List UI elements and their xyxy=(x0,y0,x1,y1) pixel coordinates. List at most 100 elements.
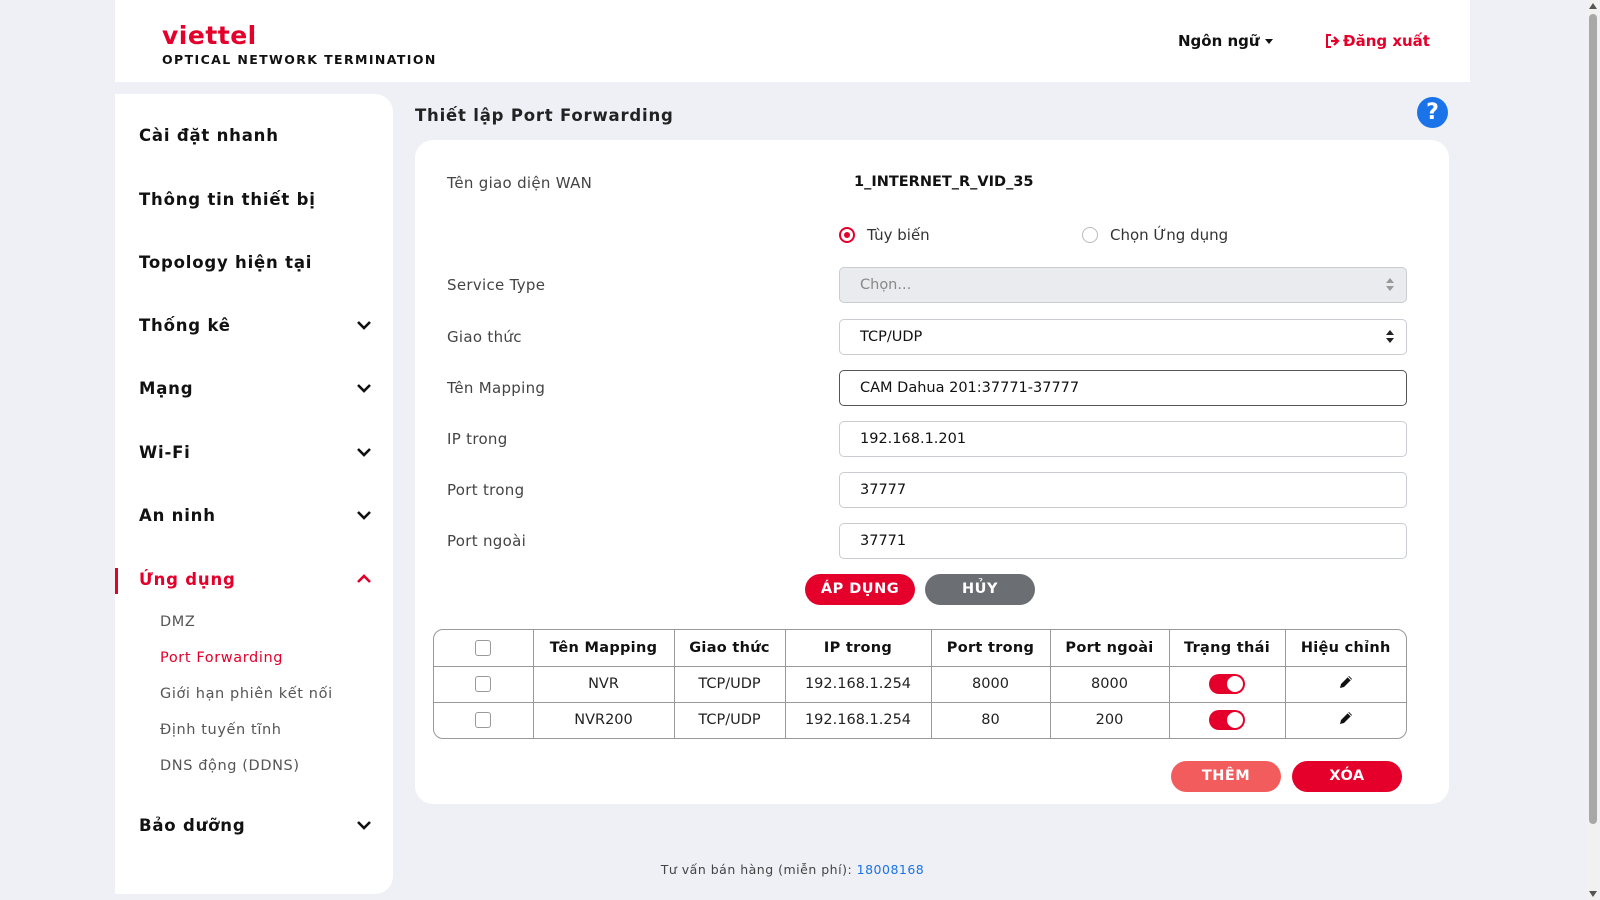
table-header-row: Tên Mapping Giao thức IP trong Port tron… xyxy=(434,630,1406,667)
radio-custom[interactable]: Tùy biến xyxy=(839,226,930,244)
cell-internal-port: 8000 xyxy=(930,665,1051,703)
sidebar-item-quick-setup[interactable]: Cài đặt nhanh xyxy=(139,126,379,156)
sidebar-item-label: Bảo dưỡng xyxy=(139,816,246,835)
mapping-table: Tên Mapping Giao thức IP trong Port tron… xyxy=(433,629,1407,739)
chevron-down-icon xyxy=(357,511,371,520)
cell-edit xyxy=(1284,701,1406,738)
sidebar-subitem-port-forwarding[interactable]: Port Forwarding xyxy=(160,650,283,666)
sidebar-item-applications[interactable]: Ứng dụng xyxy=(139,570,379,600)
radio-unchecked-icon xyxy=(1082,227,1098,243)
apply-button[interactable]: ÁP DỤNG xyxy=(805,574,915,605)
sidebar-item-network[interactable]: Mạng xyxy=(139,379,379,409)
cancel-button[interactable]: HỦY xyxy=(925,574,1035,605)
select-all-cell xyxy=(434,630,534,667)
sign-out-icon xyxy=(1326,34,1340,48)
pencil-icon[interactable] xyxy=(1338,674,1354,690)
select-all-checkbox[interactable] xyxy=(475,639,492,656)
sidebar-item-label: Thống kê xyxy=(139,316,231,335)
chevron-up-icon xyxy=(357,574,371,583)
add-button[interactable]: THÊM xyxy=(1171,761,1281,792)
cell-protocol: TCP/UDP xyxy=(673,701,786,738)
language-dropdown[interactable]: Ngôn ngữ xyxy=(1178,32,1273,50)
sidebar-item-label: Mạng xyxy=(139,379,194,398)
chevron-down-icon xyxy=(357,321,371,330)
page-title: Thiết lập Port Forwarding xyxy=(415,106,674,125)
service-type-value: Chọn... xyxy=(860,277,912,293)
page-scrollbar[interactable] xyxy=(1586,0,1600,900)
external-port-label: Port ngoài xyxy=(447,532,527,550)
logout-button[interactable]: Đăng xuất xyxy=(1325,32,1430,50)
sidebar: Cài đặt nhanh Thông tin thiết bị Topolog… xyxy=(115,94,393,894)
language-label: Ngôn ngữ xyxy=(1178,32,1260,50)
brand-name: viettel xyxy=(162,21,257,50)
sidebar-item-label: Ứng dụng xyxy=(139,570,236,589)
sidebar-item-label: An ninh xyxy=(139,506,216,525)
cell-external-port: 200 xyxy=(1049,701,1170,738)
sidebar-item-device-info[interactable]: Thông tin thiết bị xyxy=(139,190,379,220)
sidebar-item-statistics[interactable]: Thống kê xyxy=(139,316,379,346)
cell-status xyxy=(1168,665,1286,703)
table-row: NVR TCP/UDP 192.168.1.254 8000 8000 xyxy=(434,665,1406,703)
row-checkbox[interactable] xyxy=(475,712,492,729)
select-arrows-icon xyxy=(1386,330,1394,344)
wan-interface-value: 1_INTERNET_R_VID_35 xyxy=(854,174,1034,190)
sidebar-subitem-static-routing[interactable]: Định tuyến tĩnh xyxy=(160,722,282,738)
column-header: Port trong xyxy=(930,630,1051,667)
external-port-input[interactable]: 37771 xyxy=(839,523,1407,559)
status-toggle[interactable] xyxy=(1209,674,1245,694)
sidebar-item-maintenance[interactable]: Bảo dưỡng xyxy=(139,816,379,846)
scroll-thumb[interactable] xyxy=(1589,14,1597,824)
status-toggle[interactable] xyxy=(1209,710,1245,731)
sidebar-item-wifi[interactable]: Wi-Fi xyxy=(139,443,379,473)
scroll-down-arrow-icon[interactable] xyxy=(1589,891,1597,897)
column-header: Tên Mapping xyxy=(532,630,675,667)
footer: Tư vấn bán hàng (miễn phí): 18008168 xyxy=(115,862,1470,877)
protocol-select[interactable]: TCP/UDP xyxy=(839,319,1407,355)
sidebar-subitem-ddns[interactable]: DNS động (DDNS) xyxy=(160,758,300,774)
chevron-down-icon xyxy=(357,384,371,393)
column-header: Giao thức xyxy=(673,630,786,667)
protocol-label: Giao thức xyxy=(447,328,522,346)
scroll-up-arrow-icon[interactable] xyxy=(1589,3,1597,9)
cell-mapping-name: NVR xyxy=(532,665,675,703)
cell-edit xyxy=(1284,665,1406,703)
app-root: viettel OPTICAL NETWORK TERMINATION Ngôn… xyxy=(115,0,1470,900)
column-header: Hiệu chỉnh xyxy=(1284,630,1406,667)
footer-phone-link[interactable]: 18008168 xyxy=(857,862,925,877)
radio-checked-icon xyxy=(839,227,855,243)
internal-ip-input[interactable]: 192.168.1.201 xyxy=(839,421,1407,457)
radio-custom-label: Tùy biến xyxy=(867,226,930,244)
internal-port-input[interactable]: 37777 xyxy=(839,472,1407,508)
sidebar-item-topology[interactable]: Topology hiện tại xyxy=(139,253,379,283)
brand-subtitle: OPTICAL NETWORK TERMINATION xyxy=(162,52,437,67)
protocol-value: TCP/UDP xyxy=(860,329,923,345)
cell-status xyxy=(1168,701,1286,738)
delete-button[interactable]: XÓA xyxy=(1292,761,1402,792)
active-indicator xyxy=(115,568,118,594)
sidebar-item-security[interactable]: An ninh xyxy=(139,506,379,536)
row-checkbox[interactable] xyxy=(475,676,492,692)
sidebar-item-label: Topology hiện tại xyxy=(139,253,313,272)
sidebar-subitem-dmz[interactable]: DMZ xyxy=(160,614,195,630)
footer-text: Tư vấn bán hàng (miễn phí): xyxy=(660,862,857,877)
pencil-icon[interactable] xyxy=(1338,710,1354,726)
sidebar-subitem-session-limit[interactable]: Giới hạn phiên kết nối xyxy=(160,686,333,702)
service-type-label: Service Type xyxy=(447,276,546,294)
table-row: NVR200 TCP/UDP 192.168.1.254 80 200 xyxy=(434,701,1406,738)
service-type-select[interactable]: Chọn... xyxy=(839,267,1407,303)
help-icon[interactable]: ? xyxy=(1417,97,1448,128)
sidebar-item-label: Wi-Fi xyxy=(139,443,191,462)
cell-external-port: 8000 xyxy=(1049,665,1170,703)
mapping-name-input[interactable]: CAM Dahua 201:37771-37777 xyxy=(839,370,1407,406)
header: viettel OPTICAL NETWORK TERMINATION Ngôn… xyxy=(115,0,1470,82)
cell-internal-ip: 192.168.1.254 xyxy=(784,665,932,703)
row-select-cell xyxy=(434,665,534,703)
column-header: Trạng thái xyxy=(1168,630,1286,667)
radio-choose-app[interactable]: Chọn Ứng dụng xyxy=(1082,226,1228,244)
cell-internal-port: 80 xyxy=(930,701,1051,738)
internal-ip-label: IP trong xyxy=(447,430,508,448)
select-arrows-icon xyxy=(1386,278,1394,292)
column-header: IP trong xyxy=(784,630,932,667)
column-header: Port ngoài xyxy=(1049,630,1170,667)
brand-logo[interactable]: viettel OPTICAL NETWORK TERMINATION xyxy=(162,21,437,67)
